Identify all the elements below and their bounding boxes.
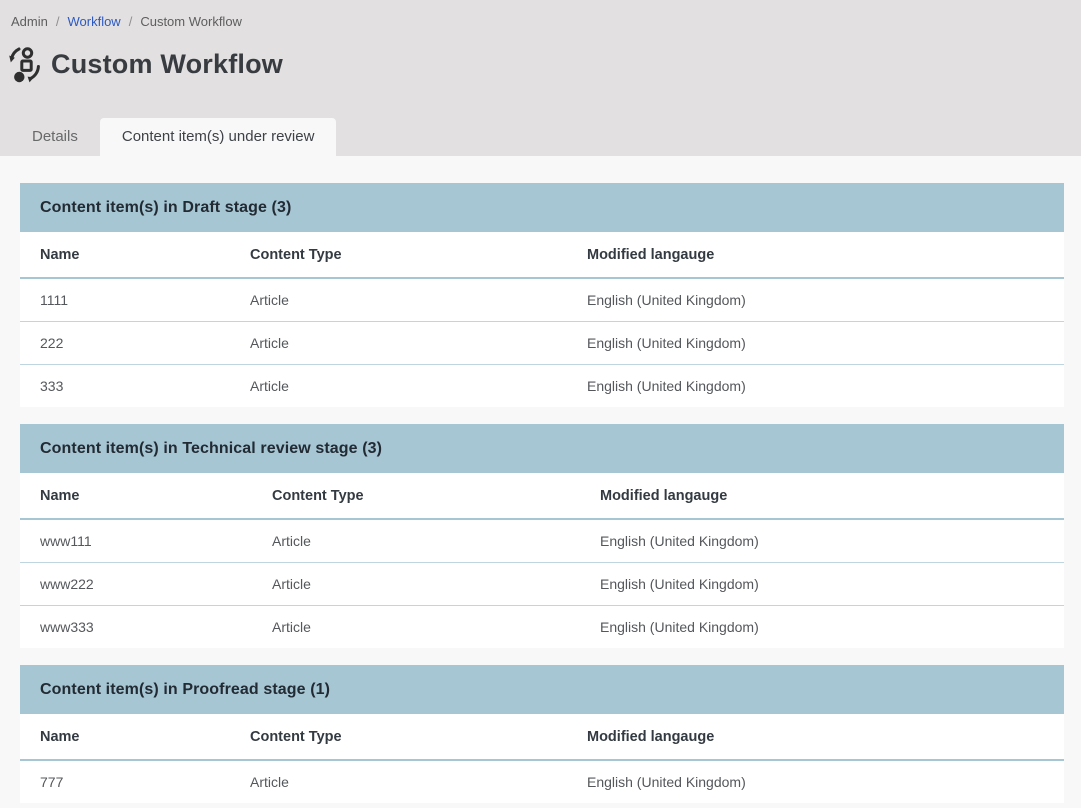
table-cell: English (United Kingdom): [567, 321, 1064, 364]
header-band: Admin / Workflow / Custom Workflow Custom Wo…: [0, 0, 1081, 156]
breadcrumb-separator: /: [129, 14, 133, 29]
column-header-content-type: Content Type: [230, 232, 567, 278]
table-row: 777ArticleEnglish (United Kingdom): [20, 760, 1064, 803]
table-row: www222ArticleEnglish (United Kingdom): [20, 562, 1064, 605]
table-row: www111ArticleEnglish (United Kingdom): [20, 519, 1064, 562]
title-row: Custom Workflow: [8, 46, 1081, 83]
table-row: www333ArticleEnglish (United Kingdom): [20, 605, 1064, 648]
column-header-name: Name: [20, 714, 230, 760]
table-row: 222ArticleEnglish (United Kingdom): [20, 321, 1064, 364]
stage-section-title: Content item(s) in Draft stage (3): [40, 199, 291, 217]
stage-section-title: Content item(s) in Proofread stage (1): [40, 681, 330, 699]
table-cell: English (United Kingdom): [567, 364, 1064, 407]
table-cell: 333: [20, 364, 230, 407]
stage-section-header: Content item(s) in Draft stage (3): [20, 183, 1064, 232]
table-cell: English (United Kingdom): [567, 278, 1064, 321]
stage-table: NameContent TypeModified langauge 1111Ar…: [20, 232, 1064, 407]
tab-content-item-s-under-review[interactable]: Content item(s) under review: [100, 118, 337, 156]
column-header-content-type: Content Type: [252, 473, 580, 519]
table-cell: English (United Kingdom): [580, 519, 1064, 562]
table-cell: English (United Kingdom): [580, 562, 1064, 605]
table-cell: English (United Kingdom): [567, 760, 1064, 803]
breadcrumb-item-workflow[interactable]: Workflow: [67, 14, 120, 29]
table-cell: www111: [20, 519, 252, 562]
stage-section: Content item(s) in Technical review stag…: [20, 424, 1064, 648]
page-title: Custom Workflow: [51, 49, 283, 80]
stage-section-title: Content item(s) in Technical review stag…: [40, 440, 382, 458]
breadcrumb-separator: /: [56, 14, 60, 29]
table-header-row: NameContent TypeModified langauge: [20, 473, 1064, 519]
table-cell: Article: [252, 519, 580, 562]
stage-table: NameContent TypeModified langauge 777Art…: [20, 714, 1064, 803]
table-cell: www222: [20, 562, 252, 605]
column-header-content-type: Content Type: [230, 714, 567, 760]
breadcrumb-item-custom-workflow: Custom Workflow: [140, 14, 242, 29]
table-cell: Article: [230, 278, 567, 321]
column-header-name: Name: [20, 473, 252, 519]
breadcrumb-item-admin: Admin: [11, 14, 48, 29]
table-cell: Article: [230, 364, 567, 407]
table-cell: Article: [252, 562, 580, 605]
table-header-row: NameContent TypeModified langauge: [20, 714, 1064, 760]
table-cell: 777: [20, 760, 230, 803]
table-cell: Article: [252, 605, 580, 648]
table-row: 333ArticleEnglish (United Kingdom): [20, 364, 1064, 407]
tab-bar: DetailsContent item(s) under review: [10, 118, 336, 156]
table-cell: 222: [20, 321, 230, 364]
breadcrumb: Admin / Workflow / Custom Workflow: [0, 0, 1081, 30]
table-row: 1111ArticleEnglish (United Kingdom): [20, 278, 1064, 321]
stage-section-header: Content item(s) in Proofread stage (1): [20, 665, 1064, 714]
column-header-modified-langauge: Modified langauge: [580, 473, 1064, 519]
table-cell: Article: [230, 760, 567, 803]
column-header-name: Name: [20, 232, 230, 278]
stage-section-header: Content item(s) in Technical review stag…: [20, 424, 1064, 473]
content-panel: Content item(s) in Draft stage (3) NameC…: [0, 156, 1081, 803]
workflow-icon: [8, 46, 42, 83]
stage-section: Content item(s) in Proofread stage (1) N…: [20, 665, 1064, 803]
column-header-modified-langauge: Modified langauge: [567, 232, 1064, 278]
table-cell: English (United Kingdom): [580, 605, 1064, 648]
stage-table: NameContent TypeModified langauge www111…: [20, 473, 1064, 648]
stage-section: Content item(s) in Draft stage (3) NameC…: [20, 183, 1064, 407]
column-header-modified-langauge: Modified langauge: [567, 714, 1064, 760]
table-cell: 1111: [20, 278, 230, 321]
table-cell: Article: [230, 321, 567, 364]
table-cell: www333: [20, 605, 252, 648]
table-header-row: NameContent TypeModified langauge: [20, 232, 1064, 278]
tab-details[interactable]: Details: [10, 118, 100, 156]
